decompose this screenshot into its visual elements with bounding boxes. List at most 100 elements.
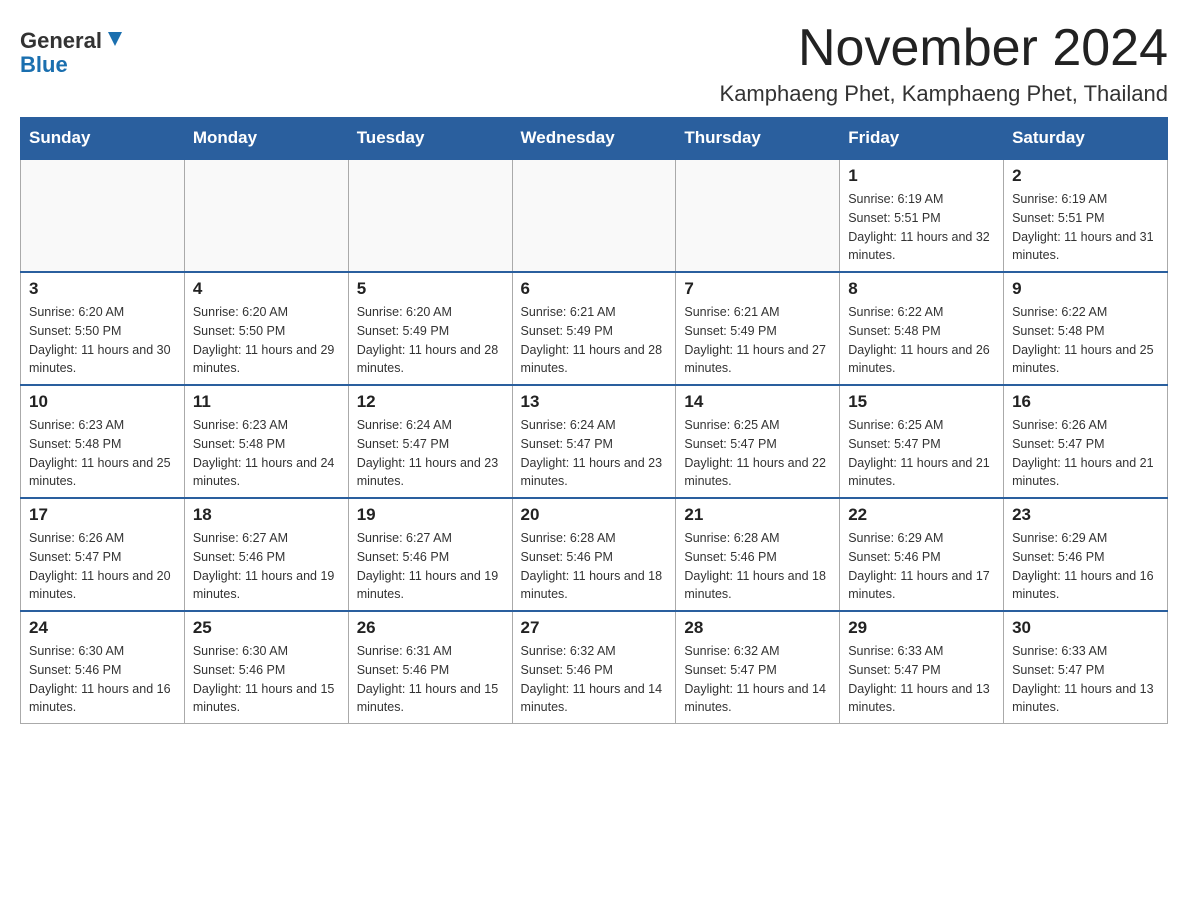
day-number: 19 xyxy=(357,505,504,525)
day-number: 10 xyxy=(29,392,176,412)
calendar-cell: 20 Sunrise: 6:28 AMSunset: 5:46 PMDayligh… xyxy=(512,498,676,611)
logo-arrow-icon xyxy=(104,28,126,50)
day-info: Sunrise: 6:19 AMSunset: 5:51 PMDaylight:… xyxy=(1012,190,1159,265)
week-row-5: 24 Sunrise: 6:30 AMSunset: 5:46 PMDayligh… xyxy=(21,611,1168,724)
day-info: Sunrise: 6:30 AMSunset: 5:46 PMDaylight:… xyxy=(193,642,340,717)
col-header-sunday: Sunday xyxy=(21,118,185,160)
day-number: 11 xyxy=(193,392,340,412)
day-number: 7 xyxy=(684,279,831,299)
calendar-cell: 13 Sunrise: 6:24 AMSunset: 5:47 PMDayligh… xyxy=(512,385,676,498)
calendar-cell xyxy=(184,159,348,272)
page-header: General Blue November 2024 Kamphaeng Phe… xyxy=(20,20,1168,107)
calendar-cell: 12 Sunrise: 6:24 AMSunset: 5:47 PMDayligh… xyxy=(348,385,512,498)
day-number: 21 xyxy=(684,505,831,525)
week-row-4: 17 Sunrise: 6:26 AMSunset: 5:47 PMDayligh… xyxy=(21,498,1168,611)
day-number: 9 xyxy=(1012,279,1159,299)
day-info: Sunrise: 6:20 AMSunset: 5:49 PMDaylight:… xyxy=(357,303,504,378)
logo: General Blue xyxy=(20,20,126,78)
week-row-2: 3 Sunrise: 6:20 AMSunset: 5:50 PMDaylight… xyxy=(21,272,1168,385)
calendar-cell: 29 Sunrise: 6:33 AMSunset: 5:47 PMDayligh… xyxy=(840,611,1004,724)
calendar-cell xyxy=(512,159,676,272)
day-number: 25 xyxy=(193,618,340,638)
day-info: Sunrise: 6:23 AMSunset: 5:48 PMDaylight:… xyxy=(193,416,340,491)
calendar-cell: 16Sunrise: 6:26 AMSunset: 5:47 PMDayligh… xyxy=(1004,385,1168,498)
day-number: 24 xyxy=(29,618,176,638)
day-number: 8 xyxy=(848,279,995,299)
calendar-cell: 6Sunrise: 6:21 AMSunset: 5:49 PMDaylight… xyxy=(512,272,676,385)
day-info: Sunrise: 6:24 AMSunset: 5:47 PMDaylight:… xyxy=(357,416,504,491)
calendar-cell: 18 Sunrise: 6:27 AMSunset: 5:46 PMDayligh… xyxy=(184,498,348,611)
day-info: Sunrise: 6:33 AMSunset: 5:47 PMDaylight:… xyxy=(1012,642,1159,717)
day-number: 2 xyxy=(1012,166,1159,186)
day-info: Sunrise: 6:27 AMSunset: 5:46 PMDaylight:… xyxy=(193,529,340,604)
day-number: 23 xyxy=(1012,505,1159,525)
calendar-cell: 7 Sunrise: 6:21 AMSunset: 5:49 PMDaylight… xyxy=(676,272,840,385)
day-number: 20 xyxy=(521,505,668,525)
day-number: 26 xyxy=(357,618,504,638)
month-year: November 2024 xyxy=(720,20,1168,77)
day-number: 22 xyxy=(848,505,995,525)
calendar-cell: 2 Sunrise: 6:19 AMSunset: 5:51 PMDaylight… xyxy=(1004,159,1168,272)
week-row-1: 1 Sunrise: 6:19 AMSunset: 5:51 PMDaylight… xyxy=(21,159,1168,272)
calendar-cell: 5 Sunrise: 6:20 AMSunset: 5:49 PMDaylight… xyxy=(348,272,512,385)
day-info: Sunrise: 6:22 AMSunset: 5:48 PMDaylight:… xyxy=(848,303,995,378)
col-header-wednesday: Wednesday xyxy=(512,118,676,160)
day-info: Sunrise: 6:23 AMSunset: 5:48 PMDaylight:… xyxy=(29,416,176,491)
day-info: Sunrise: 6:21 AMSunset: 5:49 PMDaylight:… xyxy=(684,303,831,378)
day-info: Sunrise: 6:26 AMSunset: 5:47 PMDaylight:… xyxy=(29,529,176,604)
day-number: 14 xyxy=(684,392,831,412)
calendar-cell xyxy=(348,159,512,272)
day-number: 12 xyxy=(357,392,504,412)
col-header-tuesday: Tuesday xyxy=(348,118,512,160)
day-info: Sunrise: 6:31 AMSunset: 5:46 PMDaylight:… xyxy=(357,642,504,717)
calendar-cell: 26 Sunrise: 6:31 AMSunset: 5:46 PMDayligh… xyxy=(348,611,512,724)
day-info: Sunrise: 6:22 AMSunset: 5:48 PMDaylight:… xyxy=(1012,303,1159,378)
day-number: 3 xyxy=(29,279,176,299)
calendar-table: SundayMondayTuesdayWednesdayThursdayFrid… xyxy=(20,117,1168,724)
day-number: 17 xyxy=(29,505,176,525)
day-number: 13 xyxy=(521,392,668,412)
day-info: Sunrise: 6:32 AMSunset: 5:47 PMDaylight:… xyxy=(684,642,831,717)
calendar-cell: 19 Sunrise: 6:27 AMSunset: 5:46 PMDayligh… xyxy=(348,498,512,611)
day-number: 28 xyxy=(684,618,831,638)
day-info: Sunrise: 6:24 AMSunset: 5:47 PMDaylight:… xyxy=(521,416,668,491)
calendar-cell: 27 Sunrise: 6:32 AMSunset: 5:46 PMDayligh… xyxy=(512,611,676,724)
logo-general: General xyxy=(20,30,102,52)
logo-blue: Blue xyxy=(20,52,68,77)
day-number: 30 xyxy=(1012,618,1159,638)
day-number: 4 xyxy=(193,279,340,299)
day-info: Sunrise: 6:32 AMSunset: 5:46 PMDaylight:… xyxy=(521,642,668,717)
day-info: Sunrise: 6:29 AMSunset: 5:46 PMDaylight:… xyxy=(1012,529,1159,604)
day-number: 29 xyxy=(848,618,995,638)
col-header-saturday: Saturday xyxy=(1004,118,1168,160)
day-number: 16 xyxy=(1012,392,1159,412)
day-info: Sunrise: 6:21 AMSunset: 5:49 PMDaylight:… xyxy=(521,303,668,378)
day-info: Sunrise: 6:25 AMSunset: 5:47 PMDaylight:… xyxy=(848,416,995,491)
day-info: Sunrise: 6:19 AMSunset: 5:51 PMDaylight:… xyxy=(848,190,995,265)
calendar-cell: 23 Sunrise: 6:29 AMSunset: 5:46 PMDayligh… xyxy=(1004,498,1168,611)
calendar-cell: 15Sunrise: 6:25 AMSunset: 5:47 PMDayligh… xyxy=(840,385,1004,498)
calendar-cell: 11 Sunrise: 6:23 AMSunset: 5:48 PMDayligh… xyxy=(184,385,348,498)
calendar-cell xyxy=(676,159,840,272)
day-info: Sunrise: 6:33 AMSunset: 5:47 PMDaylight:… xyxy=(848,642,995,717)
day-info: Sunrise: 6:27 AMSunset: 5:46 PMDaylight:… xyxy=(357,529,504,604)
day-info: Sunrise: 6:28 AMSunset: 5:46 PMDaylight:… xyxy=(521,529,668,604)
calendar-cell: 10 Sunrise: 6:23 AMSunset: 5:48 PMDayligh… xyxy=(21,385,185,498)
calendar-cell: 17 Sunrise: 6:26 AMSunset: 5:47 PMDayligh… xyxy=(21,498,185,611)
calendar-cell: 25 Sunrise: 6:30 AMSunset: 5:46 PMDayligh… xyxy=(184,611,348,724)
col-header-monday: Monday xyxy=(184,118,348,160)
day-info: Sunrise: 6:29 AMSunset: 5:46 PMDaylight:… xyxy=(848,529,995,604)
calendar-cell: 14Sunrise: 6:25 AMSunset: 5:47 PMDayligh… xyxy=(676,385,840,498)
day-number: 1 xyxy=(848,166,995,186)
calendar-cell: 1 Sunrise: 6:19 AMSunset: 5:51 PMDaylight… xyxy=(840,159,1004,272)
calendar-cell: 22 Sunrise: 6:29 AMSunset: 5:46 PMDayligh… xyxy=(840,498,1004,611)
location: Kamphaeng Phet, Kamphaeng Phet, Thailand xyxy=(720,81,1168,107)
col-header-thursday: Thursday xyxy=(676,118,840,160)
calendar-cell: 28 Sunrise: 6:32 AMSunset: 5:47 PMDayligh… xyxy=(676,611,840,724)
day-info: Sunrise: 6:20 AMSunset: 5:50 PMDaylight:… xyxy=(193,303,340,378)
day-number: 18 xyxy=(193,505,340,525)
col-header-friday: Friday xyxy=(840,118,1004,160)
calendar-cell: 8 Sunrise: 6:22 AMSunset: 5:48 PMDaylight… xyxy=(840,272,1004,385)
day-number: 5 xyxy=(357,279,504,299)
day-number: 27 xyxy=(521,618,668,638)
